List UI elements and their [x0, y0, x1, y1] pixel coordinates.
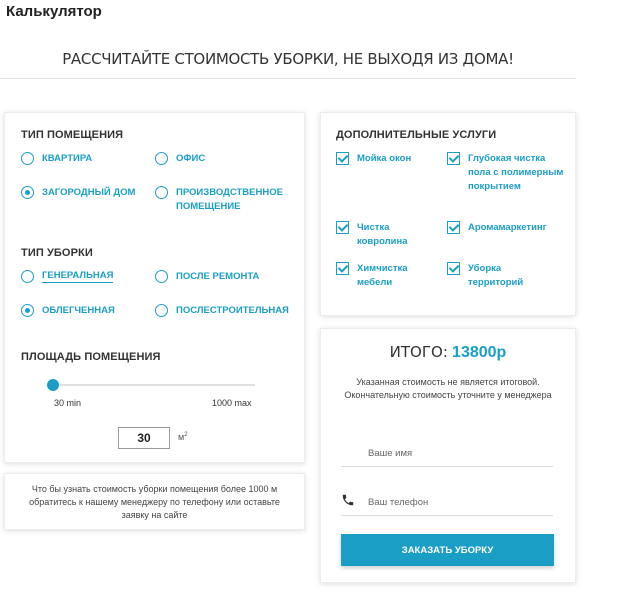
- area-value-input[interactable]: [118, 427, 170, 449]
- radio-label: ГЕНЕРАЛЬНАЯ: [42, 270, 114, 283]
- area-title: ПЛОЩАДЬ ПОМЕЩЕНИЯ: [21, 351, 161, 363]
- checkbox-label: Мойка окон: [357, 153, 412, 164]
- area-slider-min-label: 30 min: [54, 398, 82, 408]
- phone-input[interactable]: [341, 489, 553, 515]
- checkbox-checked: [336, 262, 349, 275]
- radio-circle-checked: [21, 186, 34, 199]
- radio-circle: [21, 270, 34, 283]
- checkbox-label: Глубокая чистка пола с полимерным покрыт…: [468, 153, 564, 192]
- checkbox-label: Уборка территорий: [468, 263, 524, 288]
- premises-option-country-house[interactable]: ЗАГОРОДНЫЙ ДОМ: [21, 186, 135, 200]
- radio-label: ПОСЛЕСТРОИТЕЛЬНАЯ: [176, 305, 289, 316]
- cleaning-title: ТИП УБОРКИ: [21, 247, 93, 259]
- premises-option-apartment[interactable]: КВАРТИРА: [21, 152, 92, 166]
- radio-label: ЗАГОРОДНЫЙ ДОМ: [42, 187, 136, 198]
- radio-circle: [155, 270, 168, 283]
- extra-furniture-dry-cleaning[interactable]: Химчистка мебели: [336, 262, 423, 290]
- order-total: ИТОГО: 13800р: [320, 343, 576, 362]
- radio-circle: [21, 152, 34, 165]
- hero-heading: РАССЧИТАЙТЕ СТОИМОСТЬ УБОРКИ, НЕ ВЫХОДЯ …: [62, 50, 514, 68]
- extras-title: ДОПОЛНИТЕЛЬНЫЕ УСЛУГИ: [336, 129, 497, 141]
- checkbox-label: Чистка ковролина: [357, 222, 408, 247]
- cleaning-option-post-construction[interactable]: ПОСЛЕСТРОИТЕЛЬНАЯ: [155, 304, 289, 318]
- name-input[interactable]: [341, 440, 553, 466]
- name-field: [341, 440, 553, 467]
- price-disclaimer: Указанная стоимость не является итоговой…: [344, 377, 552, 400]
- cleaning-option-light[interactable]: ОБЛЕГЧЕННАЯ: [21, 304, 115, 318]
- radio-circle: [155, 186, 168, 199]
- radio-label: ПОСЛЕ РЕМОНТА: [176, 271, 260, 282]
- radio-circle: [155, 304, 168, 317]
- checkbox-label: Аромамаркетинг: [468, 222, 547, 233]
- checkbox-checked: [447, 262, 460, 275]
- order-cleaning-button[interactable]: ЗАКАЗАТЬ УБОРКУ: [341, 534, 554, 566]
- hero-divider: [0, 78, 576, 79]
- radio-circle-checked: [21, 304, 34, 317]
- cleaning-option-after-repair[interactable]: ПОСЛЕ РЕМОНТА: [155, 270, 259, 284]
- radio-circle: [155, 152, 168, 165]
- checkbox-label: Химчистка мебели: [357, 263, 408, 288]
- phone-field: [341, 489, 553, 516]
- radio-label: ОФИС: [176, 153, 206, 164]
- extra-aroma-marketing[interactable]: Аромамаркетинг: [447, 221, 547, 235]
- radio-label: ПРОИЗВОДСТВЕННОЕ ПОМЕЩЕНИЕ: [176, 187, 283, 212]
- checkbox-checked: [447, 221, 460, 234]
- page-title: Калькулятор: [6, 3, 102, 20]
- total-label: ИТОГО:: [389, 343, 448, 361]
- area-slider-max-label: 1000 max: [212, 398, 252, 408]
- checkbox-checked: [336, 221, 349, 234]
- premises-option-office[interactable]: ОФИС: [155, 152, 205, 166]
- area-unit: м2: [178, 432, 188, 442]
- extra-territory-cleaning[interactable]: Уборка территорий: [447, 262, 534, 290]
- checkbox-checked: [447, 152, 460, 165]
- extra-deep-floor-cleaning[interactable]: Глубокая чистка пола с полимерным покрыт…: [447, 152, 564, 194]
- extra-window-washing[interactable]: Мойка окон: [336, 152, 411, 166]
- large-area-note-card: Что бы узнать стоимость уборки помещения…: [4, 473, 305, 530]
- area-unit-power: 2: [184, 432, 188, 438]
- checkbox-checked: [336, 152, 349, 165]
- radio-label: КВАРТИРА: [42, 153, 93, 164]
- area-slider-handle[interactable]: [47, 379, 59, 391]
- premises-title: ТИП ПОМЕЩЕНИЯ: [21, 129, 124, 141]
- radio-label: ОБЛЕГЧЕННАЯ: [42, 305, 115, 316]
- extra-carpet-cleaning[interactable]: Чистка ковролина: [336, 221, 423, 249]
- large-area-note-text: Что бы узнать стоимость уборки помещения…: [29, 484, 280, 520]
- area-slider-track[interactable]: [50, 384, 255, 386]
- premises-option-industrial[interactable]: ПРОИЗВОДСТВЕННОЕ ПОМЕЩЕНИЕ: [155, 186, 296, 214]
- cleaning-option-general[interactable]: ГЕНЕРАЛЬНАЯ: [21, 270, 114, 283]
- total-value: 13800р: [452, 344, 507, 361]
